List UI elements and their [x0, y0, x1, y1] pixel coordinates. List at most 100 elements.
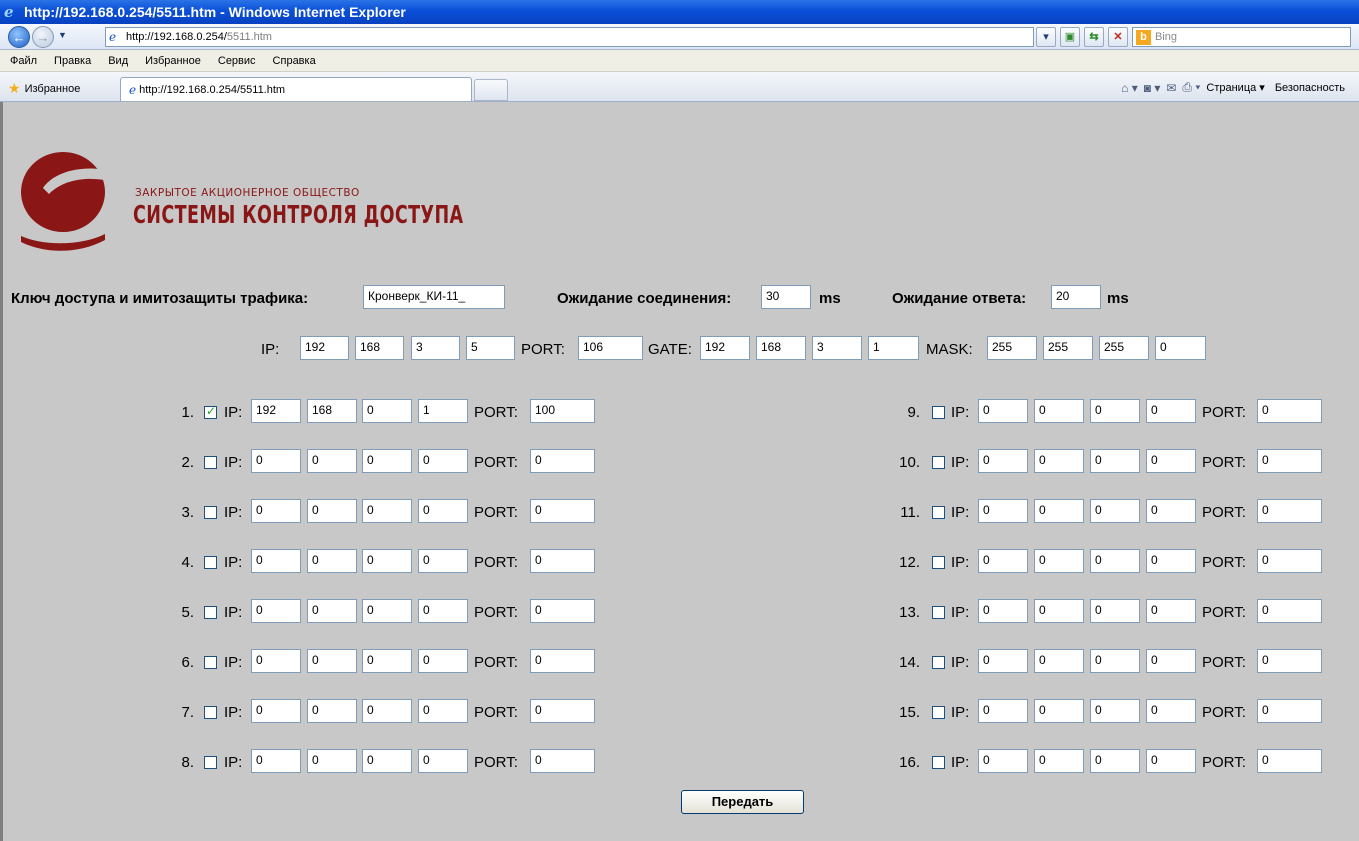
client-15-ip-octet-1[interactable]: 0 [978, 699, 1028, 723]
client-2-port-input[interactable]: 0 [530, 449, 595, 473]
resp-wait-input[interactable]: 20 [1051, 285, 1101, 309]
client-3-enabled-checkbox[interactable] [204, 506, 217, 519]
tab-current[interactable]: e http://192.168.0.254/5511.htm [120, 77, 472, 101]
client-6-port-input[interactable]: 0 [530, 649, 595, 673]
client-7-enabled-checkbox[interactable] [204, 706, 217, 719]
menu-help[interactable]: Справка [273, 55, 316, 67]
client-12-ip-octet-3[interactable]: 0 [1090, 549, 1140, 573]
client-7-ip-octet-3[interactable]: 0 [362, 699, 412, 723]
client-14-port-input[interactable]: 0 [1257, 649, 1322, 673]
client-4-ip-octet-2[interactable]: 0 [307, 549, 357, 573]
client-6-ip-octet-4[interactable]: 0 [418, 649, 468, 673]
menu-edit[interactable]: Правка [54, 55, 91, 67]
client-7-ip-octet-2[interactable]: 0 [307, 699, 357, 723]
mask-octet-1[interactable]: 255 [987, 336, 1037, 360]
client-7-port-input[interactable]: 0 [530, 699, 595, 723]
client-10-port-input[interactable]: 0 [1257, 449, 1322, 473]
gate-octet-3[interactable]: 3 [812, 336, 862, 360]
client-14-ip-octet-4[interactable]: 0 [1146, 649, 1196, 673]
client-10-ip-octet-3[interactable]: 0 [1090, 449, 1140, 473]
recent-pages-dropdown-icon[interactable]: ▼ [58, 30, 67, 40]
client-7-ip-octet-4[interactable]: 0 [418, 699, 468, 723]
client-5-ip-octet-1[interactable]: 0 [251, 599, 301, 623]
client-13-ip-octet-3[interactable]: 0 [1090, 599, 1140, 623]
client-12-ip-octet-2[interactable]: 0 [1034, 549, 1084, 573]
client-3-ip-octet-1[interactable]: 0 [251, 499, 301, 523]
page-menu[interactable]: Страница ▾ [1206, 81, 1264, 94]
client-6-ip-octet-1[interactable]: 0 [251, 649, 301, 673]
client-8-ip-octet-1[interactable]: 0 [251, 749, 301, 773]
device-ip-octet-4[interactable]: 5 [466, 336, 515, 360]
client-4-ip-octet-4[interactable]: 0 [418, 549, 468, 573]
client-6-enabled-checkbox[interactable] [204, 656, 217, 669]
device-ip-octet-1[interactable]: 192 [300, 336, 349, 360]
client-15-ip-octet-4[interactable]: 0 [1146, 699, 1196, 723]
client-12-ip-octet-4[interactable]: 0 [1146, 549, 1196, 573]
mask-octet-3[interactable]: 255 [1099, 336, 1149, 360]
client-12-enabled-checkbox[interactable] [932, 556, 945, 569]
address-input[interactable]: e http://192.168.0.254/5511.htm [105, 27, 1034, 47]
client-7-ip-octet-1[interactable]: 0 [251, 699, 301, 723]
menu-tools[interactable]: Сервис [218, 55, 256, 67]
client-16-enabled-checkbox[interactable] [932, 756, 945, 769]
menu-favorites[interactable]: Избранное [145, 55, 201, 67]
client-11-ip-octet-2[interactable]: 0 [1034, 499, 1084, 523]
mail-icon[interactable]: ✉ [1166, 81, 1176, 95]
client-15-ip-octet-2[interactable]: 0 [1034, 699, 1084, 723]
mask-octet-4[interactable]: 0 [1155, 336, 1206, 360]
favorites-button[interactable]: ★ Избранное [8, 80, 80, 97]
compatibility-view-icon[interactable]: ▣ [1060, 27, 1080, 47]
client-13-ip-octet-1[interactable]: 0 [978, 599, 1028, 623]
client-12-port-input[interactable]: 0 [1257, 549, 1322, 573]
client-10-ip-octet-1[interactable]: 0 [978, 449, 1028, 473]
client-15-port-input[interactable]: 0 [1257, 699, 1322, 723]
client-14-ip-octet-3[interactable]: 0 [1090, 649, 1140, 673]
client-5-ip-octet-4[interactable]: 0 [418, 599, 468, 623]
client-16-ip-octet-1[interactable]: 0 [978, 749, 1028, 773]
client-4-ip-octet-3[interactable]: 0 [362, 549, 412, 573]
client-9-ip-octet-2[interactable]: 0 [1034, 399, 1084, 423]
client-3-ip-octet-4[interactable]: 0 [418, 499, 468, 523]
client-9-ip-octet-4[interactable]: 0 [1146, 399, 1196, 423]
client-11-ip-octet-1[interactable]: 0 [978, 499, 1028, 523]
menu-file[interactable]: Файл [10, 55, 37, 67]
client-16-ip-octet-2[interactable]: 0 [1034, 749, 1084, 773]
conn-wait-input[interactable]: 30 [761, 285, 811, 309]
client-10-enabled-checkbox[interactable] [932, 456, 945, 469]
client-9-ip-octet-1[interactable]: 0 [978, 399, 1028, 423]
client-8-ip-octet-4[interactable]: 0 [418, 749, 468, 773]
device-port-input[interactable]: 106 [578, 336, 643, 360]
client-10-ip-octet-2[interactable]: 0 [1034, 449, 1084, 473]
client-1-ip-octet-3[interactable]: 0 [362, 399, 412, 423]
submit-button[interactable]: Передать [681, 790, 804, 814]
gate-octet-4[interactable]: 1 [868, 336, 919, 360]
client-11-ip-octet-4[interactable]: 0 [1146, 499, 1196, 523]
client-13-ip-octet-2[interactable]: 0 [1034, 599, 1084, 623]
client-2-ip-octet-2[interactable]: 0 [307, 449, 357, 473]
client-2-enabled-checkbox[interactable] [204, 456, 217, 469]
client-14-enabled-checkbox[interactable] [932, 656, 945, 669]
client-1-enabled-checkbox[interactable] [204, 404, 217, 419]
client-11-ip-octet-3[interactable]: 0 [1090, 499, 1140, 523]
client-8-port-input[interactable]: 0 [530, 749, 595, 773]
client-15-ip-octet-3[interactable]: 0 [1090, 699, 1140, 723]
client-13-ip-octet-4[interactable]: 0 [1146, 599, 1196, 623]
print-icon[interactable]: ⎙ ▾ [1182, 80, 1200, 95]
key-input[interactable]: Кронверк_КИ-11_ [363, 285, 505, 309]
client-5-ip-octet-2[interactable]: 0 [307, 599, 357, 623]
client-8-enabled-checkbox[interactable] [204, 756, 217, 769]
client-16-ip-octet-4[interactable]: 0 [1146, 749, 1196, 773]
client-4-enabled-checkbox[interactable] [204, 556, 217, 569]
client-4-port-input[interactable]: 0 [530, 549, 595, 573]
client-8-ip-octet-3[interactable]: 0 [362, 749, 412, 773]
client-9-port-input[interactable]: 0 [1257, 399, 1322, 423]
mask-octet-2[interactable]: 255 [1043, 336, 1093, 360]
back-button[interactable]: ← [8, 26, 30, 48]
client-5-enabled-checkbox[interactable] [204, 606, 217, 619]
home-icon[interactable]: ⌂ ▾ [1121, 81, 1138, 95]
client-14-ip-octet-2[interactable]: 0 [1034, 649, 1084, 673]
client-11-enabled-checkbox[interactable] [932, 506, 945, 519]
client-10-ip-octet-4[interactable]: 0 [1146, 449, 1196, 473]
client-1-ip-octet-2[interactable]: 168 [307, 399, 357, 423]
menu-view[interactable]: Вид [108, 55, 128, 67]
